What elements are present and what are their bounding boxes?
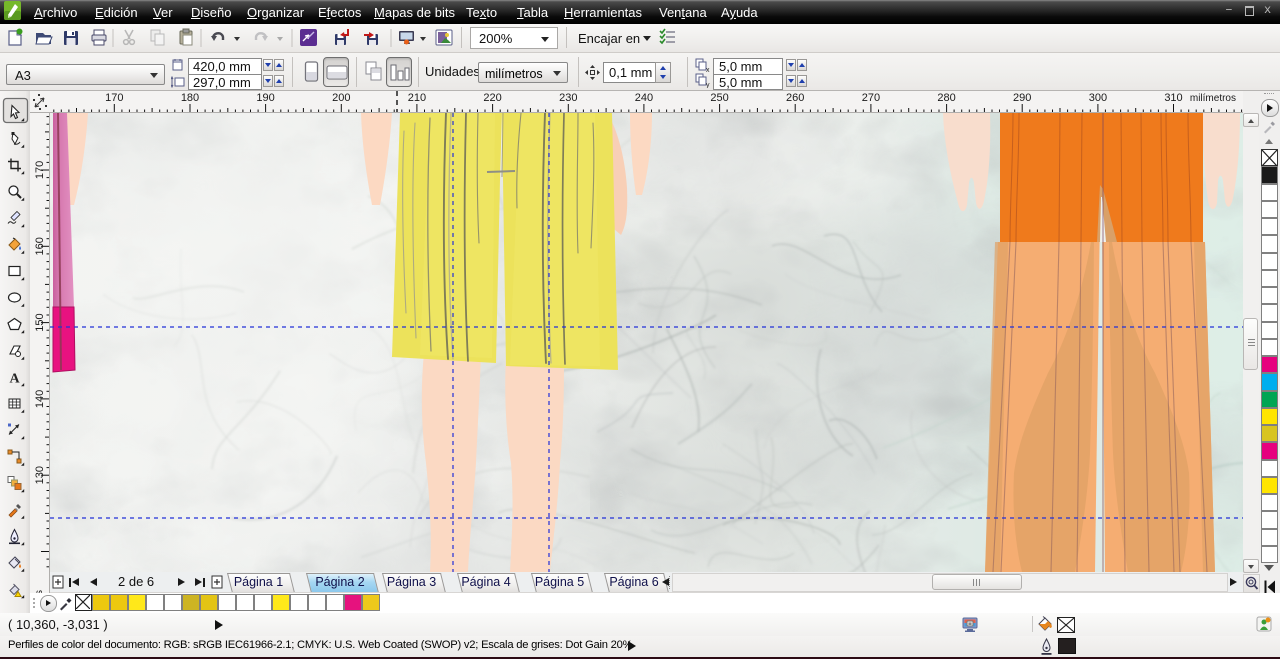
svg-text:A: A bbox=[9, 372, 20, 387]
svg-text:280: 280 bbox=[937, 92, 955, 104]
svg-text:140: 140 bbox=[34, 390, 46, 408]
svg-text:160: 160 bbox=[34, 237, 46, 255]
svg-text:300: 300 bbox=[1089, 92, 1107, 104]
svg-text:230: 230 bbox=[559, 92, 577, 104]
svg-text:milímetros: milímetros bbox=[1190, 93, 1236, 104]
svg-text:240: 240 bbox=[635, 92, 653, 104]
svg-text:270: 270 bbox=[862, 92, 880, 104]
svg-text:210: 210 bbox=[408, 92, 426, 104]
svg-text:200: 200 bbox=[332, 92, 350, 104]
svg-text:x: x bbox=[706, 67, 710, 74]
svg-text:180: 180 bbox=[181, 92, 199, 104]
svg-text:260: 260 bbox=[786, 92, 804, 104]
svg-text:170: 170 bbox=[105, 92, 123, 104]
svg-text:130: 130 bbox=[34, 466, 46, 484]
svg-text:170: 170 bbox=[34, 161, 46, 179]
svg-text:190: 190 bbox=[256, 92, 274, 104]
svg-text:220: 220 bbox=[483, 92, 501, 104]
svg-text:150: 150 bbox=[34, 313, 46, 331]
svg-text:y: y bbox=[706, 82, 710, 88]
svg-text:290: 290 bbox=[1013, 92, 1031, 104]
svg-text:250: 250 bbox=[710, 92, 728, 104]
svg-text:310: 310 bbox=[1164, 92, 1182, 104]
